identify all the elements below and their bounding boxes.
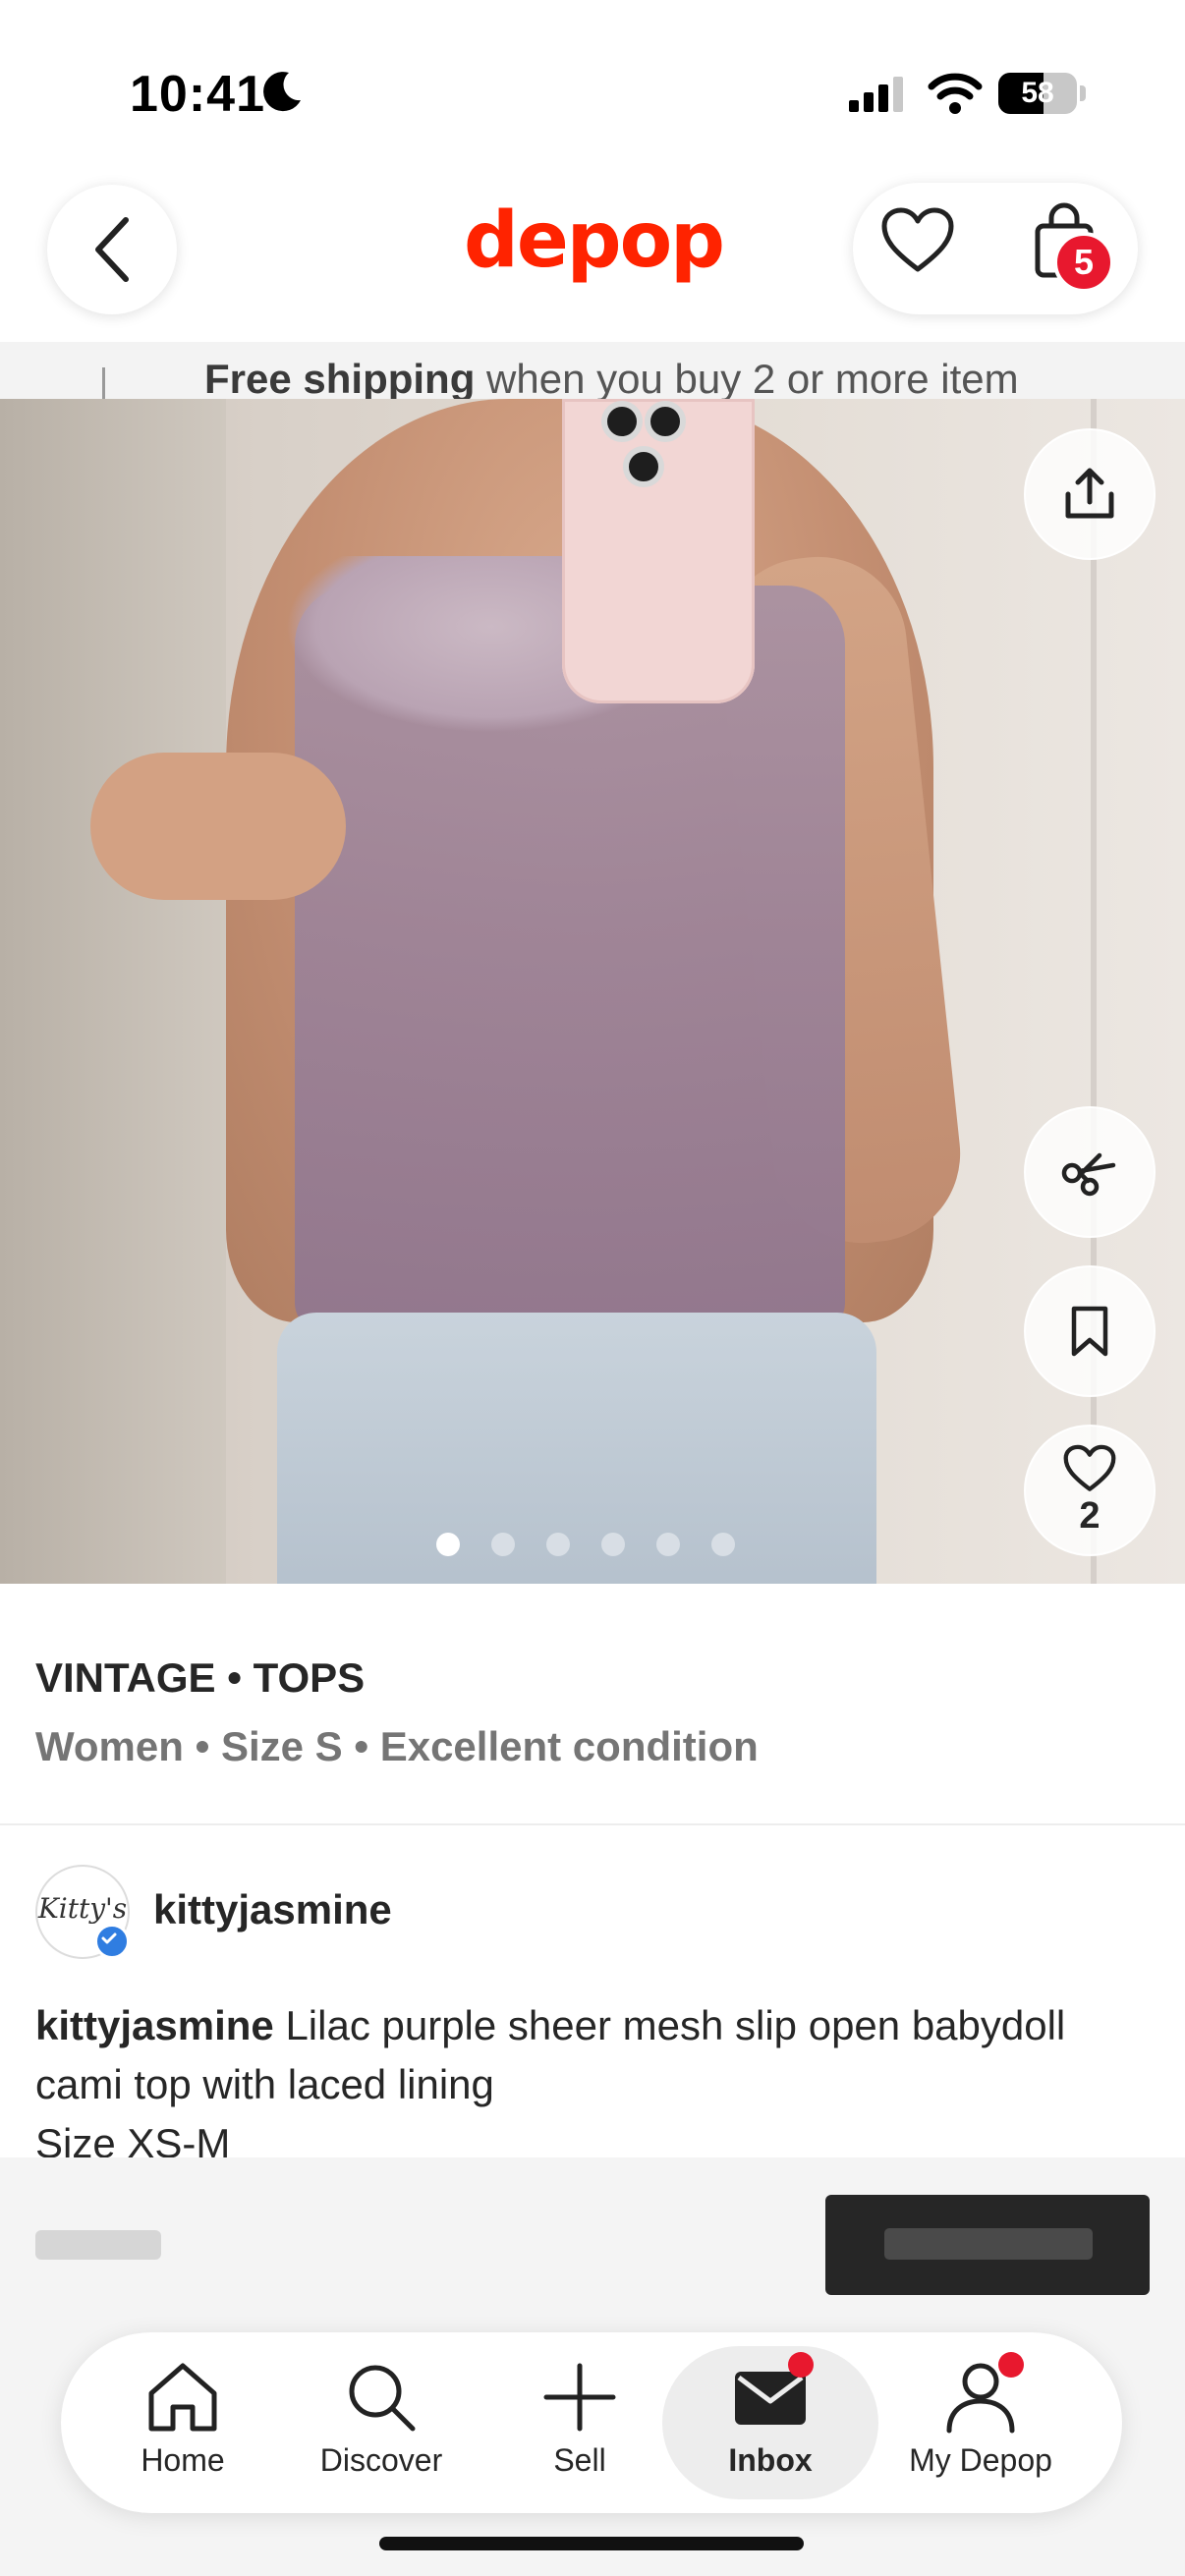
product-image-carousel[interactable] <box>0 399 1185 1584</box>
plus-icon <box>543 2363 616 2432</box>
listing-description: kittyjasmine Lilac purple sheer mesh sli… <box>35 1996 1156 2173</box>
cellular-signal-icon <box>849 77 903 112</box>
save-button[interactable] <box>1024 1265 1156 1397</box>
carousel-dot[interactable] <box>656 1533 680 1556</box>
photo-camera-lens <box>623 446 664 487</box>
promo-banner[interactable]: Free shipping when you buy 2 or more ite… <box>0 342 1185 399</box>
style-match-button[interactable] <box>1024 1106 1156 1238</box>
inbox-notification-dot <box>788 2352 814 2378</box>
seller-username[interactable]: kittyjasmine <box>153 1886 392 1933</box>
photo-camera-lens <box>645 401 686 442</box>
bag-count-badge: 5 <box>1053 232 1114 293</box>
wifi-icon <box>928 73 983 114</box>
battery-indicator: 58 <box>998 73 1077 114</box>
photo-camera-lens <box>601 401 643 442</box>
description-username[interactable]: kittyjasmine <box>35 2002 274 2048</box>
share-button[interactable] <box>1024 428 1156 560</box>
photo-phone <box>562 399 755 703</box>
carousel-dot[interactable] <box>601 1533 625 1556</box>
section-divider <box>0 1823 1185 1825</box>
app-header: depop <box>0 167 1185 342</box>
moon-icon <box>263 72 301 112</box>
nav-item-home[interactable]: Home <box>85 2360 281 2497</box>
heart-icon <box>1063 1444 1116 1491</box>
battery-tip <box>1080 85 1086 101</box>
photo-hand <box>90 753 346 900</box>
nav-item-inbox[interactable]: Inbox <box>672 2360 869 2497</box>
nav-item-discover[interactable]: Discover <box>283 2360 480 2497</box>
nav-label: Inbox <box>728 2442 813 2478</box>
photo-door <box>0 399 226 1584</box>
avatar-signature: Kitty's <box>37 1892 128 1925</box>
favorites-heart-icon[interactable] <box>880 206 955 275</box>
buy-label-placeholder <box>884 2228 1093 2260</box>
nav-item-sell[interactable]: Sell <box>481 2360 678 2497</box>
profile-notification-dot <box>998 2352 1024 2378</box>
scissors-icon <box>1061 1152 1116 1197</box>
nav-label: My Depop <box>909 2442 1052 2478</box>
like-button[interactable]: 2 <box>1024 1425 1156 1556</box>
price-placeholder <box>35 2230 161 2260</box>
carousel-dots <box>436 1533 735 1556</box>
carousel-dot[interactable] <box>546 1533 570 1556</box>
bookmark-icon <box>1071 1306 1108 1357</box>
carousel-dot[interactable] <box>491 1533 515 1556</box>
nav-label: Home <box>141 2442 225 2478</box>
home-indicator <box>379 2537 804 2550</box>
nav-label: Discover <box>319 2442 443 2478</box>
back-button[interactable] <box>47 185 177 314</box>
home-icon <box>148 2363 217 2432</box>
promo-text: Free shipping when you buy 2 or more ite… <box>204 356 1019 399</box>
promo-bold: Free shipping <box>204 356 476 399</box>
battery-percent: 58 <box>1021 77 1054 109</box>
like-count: 2 <box>1079 1494 1100 1537</box>
promo-rest: when you buy 2 or more item <box>475 356 1019 399</box>
listing-meta: Women • Size S • Excellent condition <box>35 1723 759 1769</box>
nav-label: Sell <box>553 2442 606 2478</box>
depop-logo[interactable]: depop <box>464 196 725 285</box>
verified-badge-icon <box>94 1924 130 1959</box>
promo-divider <box>102 367 105 399</box>
search-icon <box>349 2365 416 2432</box>
share-icon <box>1065 468 1114 519</box>
status-time: 10:41 <box>130 66 265 123</box>
chevron-left-icon <box>95 217 129 282</box>
carousel-dot[interactable] <box>436 1533 460 1556</box>
nav-item-my-depop[interactable]: My Depop <box>882 2360 1079 2497</box>
listing-category[interactable]: VINTAGE • TOPS <box>35 1654 365 1702</box>
carousel-dot[interactable] <box>711 1533 735 1556</box>
photo-wall-edge <box>1091 399 1097 1584</box>
status-bar: 10:41 58 <box>0 0 1185 167</box>
